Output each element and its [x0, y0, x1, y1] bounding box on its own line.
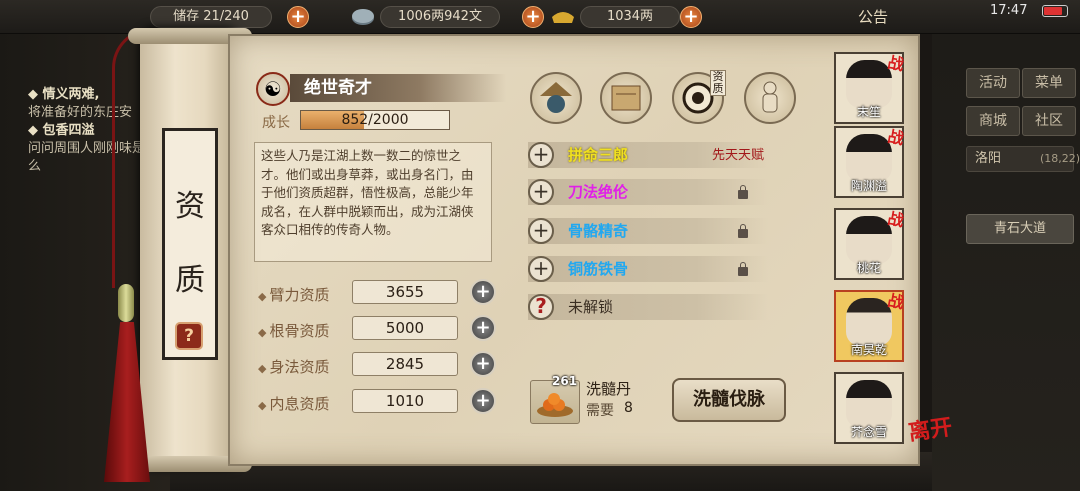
hero-name: 末笙: [856, 105, 881, 119]
stat-value-inner-breath: 1010: [352, 389, 458, 413]
hero-name: 南昊乾: [850, 343, 887, 357]
world-background-right: [932, 34, 1080, 491]
pill-need-value: 8: [624, 400, 633, 416]
add-copper-button[interactable]: +: [522, 6, 544, 28]
stat-label-agility: ◆ 身法资质: [258, 358, 330, 376]
talent-plus-icon[interactable]: +: [528, 179, 554, 205]
battle-tag: 战: [886, 208, 906, 231]
pill-name: 洗髓丹: [586, 380, 632, 398]
growth-label: 成长: [262, 115, 290, 131]
talent-plus-icon[interactable]: +: [528, 142, 554, 168]
yin-yang-icon: ☯: [256, 72, 290, 106]
road-label: 青石大道: [993, 221, 1046, 236]
innate-talent-tag: 先天天赋: [712, 148, 765, 163]
hero-portrait: [846, 298, 892, 346]
location-coords: (18,22): [1040, 152, 1080, 165]
talent-name: 铜筋铁骨: [568, 260, 629, 278]
battle-tag: 战: [886, 52, 906, 75]
silver-currency: 1034两: [580, 6, 680, 28]
diamond-icon: ◆: [28, 123, 43, 138]
road-button[interactable]: 青石大道: [966, 214, 1074, 244]
growth-value: 852/2000: [341, 112, 409, 128]
storage-counter: 储存 21/240: [150, 6, 272, 28]
talent-row[interactable]: [528, 256, 768, 282]
character-tab-icon[interactable]: [530, 72, 582, 124]
add-agility-button[interactable]: +: [470, 351, 496, 377]
community-button[interactable]: 社区: [1022, 106, 1076, 136]
hero-portrait: [846, 134, 892, 182]
talent-row[interactable]: [528, 218, 768, 244]
meridian-tab-icon[interactable]: [744, 72, 796, 124]
add-storage-button[interactable]: +: [287, 6, 309, 28]
add-constitution-button[interactable]: +: [470, 315, 496, 341]
diamond-icon: ◆: [258, 362, 267, 375]
quest-2-title: 包香四溢: [42, 123, 95, 138]
hero-card-selected[interactable]: 南昊乾 战: [834, 290, 906, 362]
stat-value-constitution: 5000: [352, 316, 458, 340]
stat-value-strength: 3655: [352, 280, 458, 304]
hero-card[interactable]: 桃花 战: [834, 208, 906, 280]
hero-card[interactable]: 芥念雪: [834, 372, 904, 444]
talent-name: 未解锁: [568, 298, 614, 316]
talent-row[interactable]: [528, 294, 768, 320]
diamond-icon: ◆: [28, 87, 43, 102]
stat-value-agility: 2845: [352, 352, 458, 376]
stat-label-constitution: ◆ 根骨资质: [258, 322, 330, 340]
talent-name: 骨骼精奇: [568, 222, 629, 240]
add-strength-button[interactable]: +: [470, 279, 496, 305]
battery-icon: [1042, 5, 1068, 17]
leave-tag: 离开: [906, 414, 954, 446]
add-inner-breath-button[interactable]: +: [470, 388, 496, 414]
stat-label-strength: ◆ 臂力资质: [258, 286, 330, 304]
lock-icon: [738, 262, 748, 276]
trait-description: 这些人乃是江湖上数一数二的惊世之才。他们或出身草莽，或出身名门，由于他们资质超群…: [254, 142, 492, 262]
hero-portrait: [846, 380, 892, 428]
talent-name: 拼命三郎: [568, 146, 629, 164]
hero-name: 陶渊溢: [850, 179, 887, 193]
talent-plus-icon[interactable]: +: [528, 218, 554, 244]
refine-marrow-button[interactable]: 洗髓伐脉: [672, 378, 786, 422]
talent-row[interactable]: [528, 179, 768, 205]
silver-ingot-icon: [550, 5, 576, 27]
hero-portrait: [846, 60, 892, 108]
talent-name: 刀法绝伦: [568, 183, 629, 201]
scroll-tab-icon[interactable]: [600, 72, 652, 124]
diamond-icon: ◆: [258, 399, 267, 412]
talent-plus-icon[interactable]: +: [528, 256, 554, 282]
scroll-title: 资质: [175, 189, 205, 298]
help-icon[interactable]: ?: [175, 322, 203, 350]
pill-count: 261: [552, 374, 578, 388]
battle-tag: 战: [886, 126, 906, 149]
stat-label-inner-breath: ◆ 内息资质: [258, 395, 330, 413]
aptitude-tab-label: 资质: [710, 70, 726, 96]
lock-icon: [738, 185, 748, 199]
copper-coin-icon: [350, 5, 376, 27]
copper-currency: 1006两942文: [380, 6, 500, 28]
notice-button[interactable]: 公告: [858, 6, 888, 27]
shop-button[interactable]: 商城: [966, 106, 1020, 136]
diamond-icon: ◆: [258, 290, 267, 303]
hero-portrait: [846, 216, 892, 264]
quest-1-title: 情义两难,: [42, 87, 100, 102]
add-silver-button[interactable]: +: [680, 6, 702, 28]
activity-button[interactable]: 活动: [966, 68, 1020, 98]
battle-tag: 战: [886, 290, 906, 313]
tassel-bead: [118, 284, 134, 322]
hero-card[interactable]: 陶渊溢 战: [834, 126, 906, 198]
hero-card[interactable]: 末笙 战: [834, 52, 906, 124]
clock: 17:47: [990, 3, 1028, 18]
question-icon[interactable]: ?: [528, 294, 554, 320]
hero-name: 桃花: [856, 261, 881, 275]
hero-name: 芥念雪: [850, 425, 887, 439]
pill-need-label: 需要: [586, 403, 614, 419]
trait-name: 绝世奇才: [290, 74, 506, 102]
lock-icon: [738, 224, 748, 238]
menu-button[interactable]: 菜单: [1022, 68, 1076, 98]
diamond-icon: ◆: [258, 326, 267, 339]
